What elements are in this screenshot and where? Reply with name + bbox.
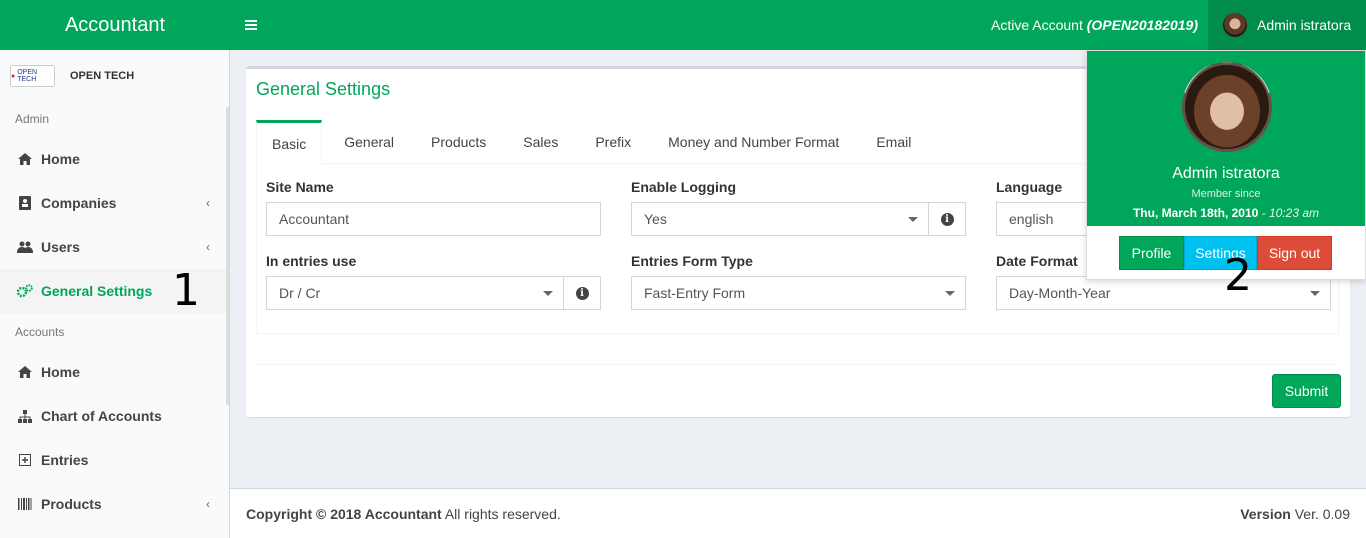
- copyright-rest: All rights reserved.: [441, 506, 561, 522]
- sidebar-item-label: Entries: [41, 452, 89, 468]
- user-avatar-large: [1182, 62, 1272, 152]
- entries-use-label: In entries use: [266, 253, 357, 269]
- sidebar-item-label: Products: [41, 496, 102, 512]
- sidebar-item-products[interactable]: Products ‹: [0, 482, 228, 526]
- site-name-value: Accountant: [279, 211, 350, 227]
- version-label: Version: [1240, 506, 1291, 522]
- caret-down-icon: [1310, 291, 1320, 296]
- chevron-left-icon: ‹: [206, 196, 210, 210]
- company-brand: ● OPEN TECH OPEN TECH: [10, 65, 134, 87]
- caret-down-icon: [543, 291, 553, 296]
- sidebar: ● OPEN TECH OPEN TECH Admin Home Companie…: [0, 50, 230, 538]
- copyright-bold: Copyright © 2018 Accountant: [246, 506, 442, 522]
- plus-square-icon: [17, 452, 33, 468]
- tab-basic[interactable]: Basic: [256, 120, 323, 165]
- tab-general[interactable]: General: [329, 120, 409, 164]
- entries-use-value: Dr / Cr: [279, 285, 321, 301]
- app-logo[interactable]: Accountant: [0, 0, 230, 50]
- member-since-date: Thu, March 18th, 2010 - 10:23 am: [1087, 206, 1365, 220]
- sidebar-item-companies[interactable]: Companies ‹: [0, 181, 228, 225]
- submit-button[interactable]: Submit: [1272, 374, 1341, 408]
- sidebar-item-label: Home: [41, 151, 80, 167]
- company-name: OPEN TECH: [70, 70, 135, 82]
- entries-use-select[interactable]: Dr / Cr: [266, 276, 564, 310]
- info-circle-icon: i: [575, 286, 589, 300]
- user-dropdown-menu: Admin istratora Member since Thu, March …: [1086, 50, 1366, 280]
- top-navbar: Accountant Active Account (OPEN20182019)…: [0, 0, 1366, 50]
- user-dropdown-header: Admin istratora Member since Thu, March …: [1087, 51, 1365, 226]
- active-account-label: Active Account: [991, 17, 1083, 33]
- entries-form-type-value: Fast-Entry Form: [644, 285, 746, 301]
- date-format-label: Date Format: [996, 253, 1078, 269]
- member-date-value: Thu, March 18th, 2010: [1132, 206, 1259, 220]
- dropdown-user-name: Admin istratora: [1172, 165, 1280, 182]
- sidebar-item-label: Companies: [41, 195, 117, 211]
- sidebar-item-label: Users: [41, 239, 80, 255]
- page-footer: Copyright © 2018 Accountant All rights r…: [230, 488, 1366, 538]
- member-since-label: Member since: [1191, 188, 1261, 200]
- sidebar-section-accounts: Accounts: [15, 325, 65, 339]
- language-label: Language: [996, 179, 1063, 195]
- active-account-indicator: Active Account (OPEN20182019): [991, 17, 1198, 33]
- chevron-left-icon: ‹: [206, 497, 210, 511]
- info-circle-icon: i: [940, 212, 954, 226]
- chevron-left-icon: ‹: [206, 240, 210, 254]
- entries-form-type-select[interactable]: Fast-Entry Form: [631, 276, 966, 310]
- copyright-text: Copyright © 2018 Accountant All rights r…: [246, 506, 561, 522]
- date-format-select[interactable]: Day-Month-Year: [996, 276, 1331, 310]
- enable-logging-label: Enable Logging: [631, 179, 736, 195]
- sidebar-item-entries[interactable]: Entries: [0, 438, 228, 482]
- tab-email[interactable]: Email: [861, 120, 926, 164]
- sign-out-button[interactable]: Sign out: [1257, 236, 1332, 270]
- tab-prefix[interactable]: Prefix: [580, 120, 646, 164]
- sidebar-item-accounts-home[interactable]: Home: [0, 350, 228, 394]
- enable-logging-info-button[interactable]: i: [928, 202, 966, 236]
- hamburger-icon: [245, 24, 257, 26]
- member-time-value: - 10:23 am: [1261, 206, 1320, 220]
- enable-logging-value: Yes: [644, 211, 667, 227]
- barcode-icon: [17, 496, 33, 512]
- building-icon: [17, 195, 33, 211]
- company-logo: ● OPEN TECH: [10, 65, 55, 87]
- caret-down-icon: [945, 291, 955, 296]
- user-menu-name: Admin istratora: [1257, 17, 1352, 33]
- annotation-marker-1: 1: [172, 265, 200, 316]
- box-footer-divider: [256, 364, 1339, 365]
- sitemap-icon: [17, 408, 33, 424]
- home-icon: [17, 151, 33, 167]
- sidebar-toggle-button[interactable]: [236, 12, 266, 38]
- caret-down-icon: [908, 217, 918, 222]
- language-value: english: [1009, 211, 1054, 227]
- sidebar-item-label: Home: [41, 364, 80, 380]
- sidebar-item-home[interactable]: Home: [0, 137, 228, 181]
- sidebar-scrollbar[interactable]: [226, 107, 229, 405]
- sidebar-item-users[interactable]: Users ‹: [0, 225, 228, 269]
- tab-money-number-format[interactable]: Money and Number Format: [653, 120, 854, 164]
- date-format-value: Day-Month-Year: [1009, 285, 1111, 301]
- gears-icon: [17, 283, 33, 299]
- users-icon: [17, 239, 33, 255]
- sidebar-item-label: General Settings: [41, 283, 153, 299]
- page-title: General Settings: [256, 79, 391, 99]
- active-account-code: (OPEN20182019): [1086, 17, 1199, 33]
- home-icon: [17, 364, 33, 380]
- sidebar-item-chart-of-accounts[interactable]: Chart of Accounts: [0, 394, 228, 438]
- sidebar-section-admin: Admin: [15, 112, 50, 126]
- version-value: Ver. 0.09: [1290, 506, 1350, 522]
- enable-logging-select[interactable]: Yes: [631, 202, 929, 236]
- tab-products[interactable]: Products: [416, 120, 501, 164]
- tab-sales[interactable]: Sales: [508, 120, 573, 164]
- site-name-label: Site Name: [266, 179, 334, 195]
- entries-use-info-button[interactable]: i: [563, 276, 601, 310]
- profile-button[interactable]: Profile: [1119, 236, 1184, 270]
- sidebar-item-label: Chart of Accounts: [41, 408, 162, 424]
- annotation-marker-2: 2: [1224, 250, 1252, 301]
- user-menu-toggle[interactable]: Admin istratora: [1208, 0, 1366, 50]
- site-name-input[interactable]: Accountant: [266, 202, 601, 236]
- user-avatar-small: [1223, 13, 1247, 37]
- version-text: Version Ver. 0.09: [1240, 506, 1350, 522]
- entries-form-type-label: Entries Form Type: [631, 253, 753, 269]
